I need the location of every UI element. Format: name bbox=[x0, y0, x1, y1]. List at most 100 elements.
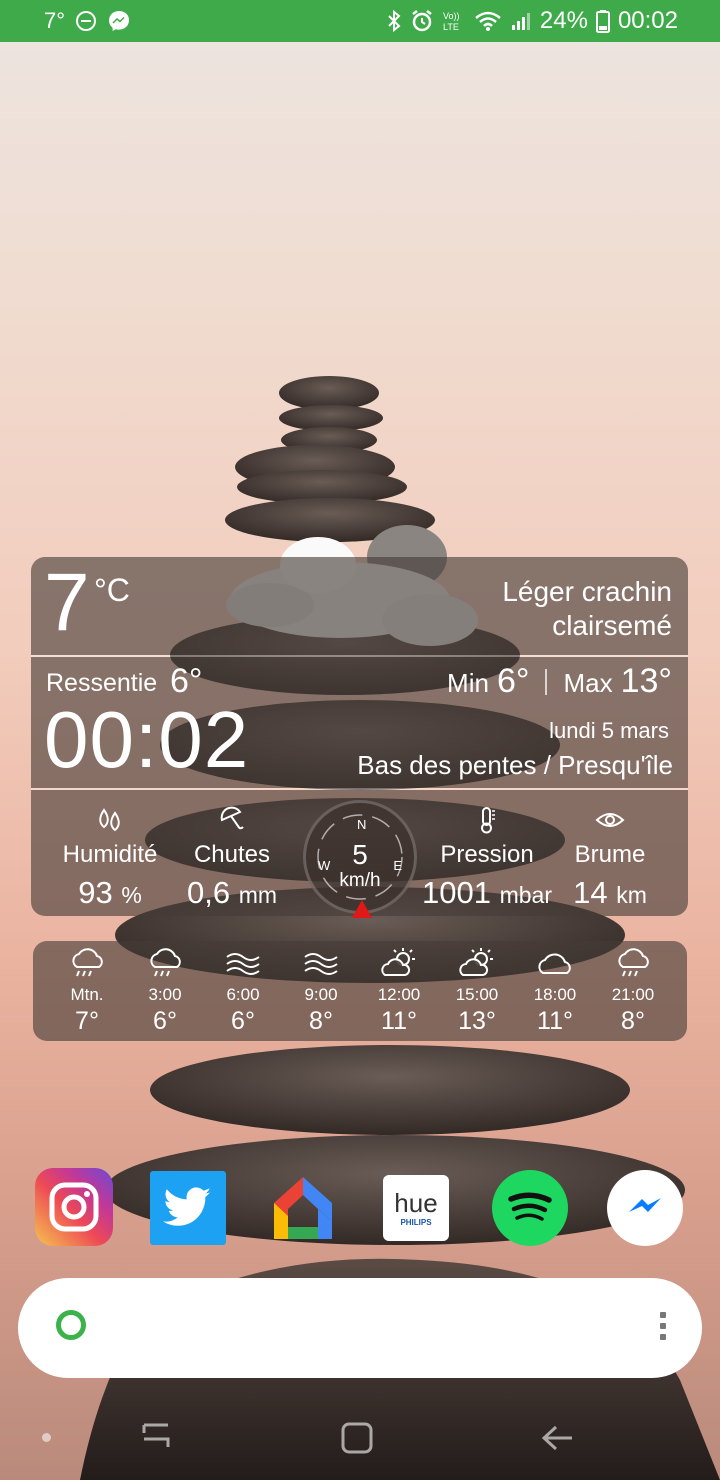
weather-condition: Léger crachin clairsemé bbox=[502, 576, 672, 641]
min-value: 6° bbox=[496, 662, 530, 700]
cloud-icon bbox=[520, 945, 590, 979]
compass-north: N bbox=[357, 817, 367, 832]
search-bar[interactable] bbox=[18, 1278, 702, 1378]
feels-like-label: Ressentie bbox=[46, 669, 158, 697]
instagram-app[interactable] bbox=[35, 1168, 113, 1246]
spotify-icon bbox=[508, 1192, 552, 1221]
home-button-icon[interactable] bbox=[340, 1421, 374, 1455]
google-home-icon bbox=[274, 1177, 332, 1239]
hourly-time: 9:00 bbox=[304, 985, 338, 1004]
rain-cloud-icon bbox=[130, 945, 200, 979]
partly-sunny-icon bbox=[364, 945, 434, 979]
hourly-time: 3:00 bbox=[148, 985, 182, 1004]
alarm-icon bbox=[410, 9, 434, 33]
eye-icon bbox=[535, 805, 685, 835]
messenger-icon bbox=[107, 9, 131, 33]
rain-cloud-icon bbox=[598, 945, 668, 979]
volte-icon: Vo)) LTE bbox=[442, 9, 466, 33]
assistant-icon[interactable] bbox=[56, 1310, 86, 1340]
dnd-icon bbox=[75, 10, 97, 32]
pressure-number: 1001 bbox=[422, 875, 491, 910]
hourly-time: 6:00 bbox=[226, 985, 260, 1004]
hourly-temp: 13° bbox=[458, 1007, 496, 1035]
hourly-time: 15:00 bbox=[455, 985, 499, 1004]
battery-percent: 24% bbox=[539, 7, 588, 34]
wifi-icon bbox=[474, 10, 502, 32]
hourly-temp: 8° bbox=[621, 1007, 645, 1035]
location: Bas des pentes / Presqu'île bbox=[357, 750, 673, 780]
hourly-item: 6:00 6° bbox=[208, 945, 278, 1036]
more-options-icon[interactable] bbox=[660, 1312, 666, 1345]
hue-text: hue bbox=[394, 1187, 438, 1218]
hourly-item: 12:00 11° bbox=[364, 945, 434, 1036]
instagram-icon bbox=[49, 1182, 99, 1232]
hourly-item: 15:00 13° bbox=[442, 945, 512, 1036]
hourly-temp: 11° bbox=[381, 1007, 417, 1035]
hourly-temp: 6° bbox=[231, 1007, 255, 1035]
max-value: 13° bbox=[620, 662, 672, 700]
min-label: Min bbox=[447, 668, 489, 698]
hourly-time: 18:00 bbox=[533, 985, 577, 1004]
svg-text:Vo)): Vo)) bbox=[443, 11, 460, 21]
visibility-unit: km bbox=[616, 882, 647, 908]
back-button-icon[interactable] bbox=[540, 1423, 574, 1453]
current-temperature: 7 bbox=[44, 557, 90, 648]
clock[interactable]: 00:02 bbox=[44, 700, 249, 780]
messenger-icon bbox=[622, 1185, 668, 1231]
hourly-temp: 6° bbox=[153, 1007, 177, 1035]
umbrella-icon bbox=[157, 805, 307, 835]
visibility-value: 14 km bbox=[535, 875, 685, 911]
wind-direction-arrow bbox=[352, 900, 372, 918]
hourly-temp: 8° bbox=[309, 1007, 333, 1035]
wind-compass: N W E 5 km/h bbox=[303, 800, 417, 918]
visibility-label: Brume bbox=[574, 841, 646, 868]
rain-number: 0,6 bbox=[186, 875, 231, 910]
humidity-unit: % bbox=[121, 882, 142, 908]
battery-icon bbox=[595, 9, 610, 33]
philips-text: PHILIPS bbox=[400, 1217, 432, 1227]
hourly-item: 18:00 11° bbox=[520, 945, 590, 1036]
spotify-app[interactable] bbox=[492, 1170, 568, 1246]
min-max-separator bbox=[545, 668, 548, 695]
hourly-temp: 11° bbox=[537, 1007, 573, 1035]
rain-cloud-icon bbox=[52, 945, 122, 979]
hourly-item: Mtn. 7° bbox=[52, 945, 122, 1036]
date: lundi 5 mars bbox=[549, 718, 669, 743]
status-time: 00:02 bbox=[617, 7, 678, 34]
recent-apps-icon[interactable] bbox=[140, 1421, 172, 1451]
hourly-time: 12:00 bbox=[377, 985, 421, 1004]
rain-label: Chutes bbox=[193, 841, 271, 868]
temperature-unit: °C bbox=[94, 572, 130, 608]
partly-sunny-icon bbox=[442, 945, 512, 979]
signal-icon bbox=[510, 10, 532, 32]
rain-stat: Chutes 0,6 mm bbox=[157, 805, 307, 911]
hourly-item: 9:00 8° bbox=[286, 945, 356, 1036]
google-home-app[interactable] bbox=[264, 1168, 342, 1246]
bluetooth-icon bbox=[386, 9, 402, 33]
humidity-number: 93 bbox=[78, 875, 113, 910]
status-temp: 7° bbox=[44, 8, 66, 33]
wind-unit: km/h bbox=[339, 870, 381, 891]
nav-dot-indicator bbox=[42, 1433, 51, 1442]
hourly-time: Mtn. bbox=[70, 985, 104, 1004]
hourly-item: 21:00 8° bbox=[598, 945, 668, 1036]
rain-unit: mm bbox=[238, 882, 278, 908]
hourly-item: 3:00 6° bbox=[130, 945, 200, 1036]
visibility-stat: Brume 14 km bbox=[535, 805, 685, 911]
svg-text:LTE: LTE bbox=[443, 22, 459, 32]
twitter-app[interactable] bbox=[150, 1171, 226, 1245]
navigation-bar bbox=[0, 1395, 720, 1480]
visibility-number: 14 bbox=[573, 875, 608, 910]
fog-icon bbox=[208, 945, 278, 979]
min-max: Min 6° Max 13° bbox=[447, 662, 672, 701]
fog-icon bbox=[286, 945, 356, 979]
wind-speed: 5 bbox=[352, 839, 368, 870]
hue-app[interactable]: hue PHILIPS bbox=[383, 1175, 449, 1241]
max-label: Max bbox=[563, 668, 613, 698]
messenger-app[interactable] bbox=[607, 1170, 683, 1246]
twitter-icon bbox=[163, 1187, 211, 1226]
hourly-time: 21:00 bbox=[611, 985, 655, 1004]
rain-value: 0,6 mm bbox=[157, 875, 307, 911]
hourly-temp: 7° bbox=[75, 1007, 99, 1035]
status-bar: 7° Vo)) LTE 24% 00:02 bbox=[0, 0, 720, 42]
